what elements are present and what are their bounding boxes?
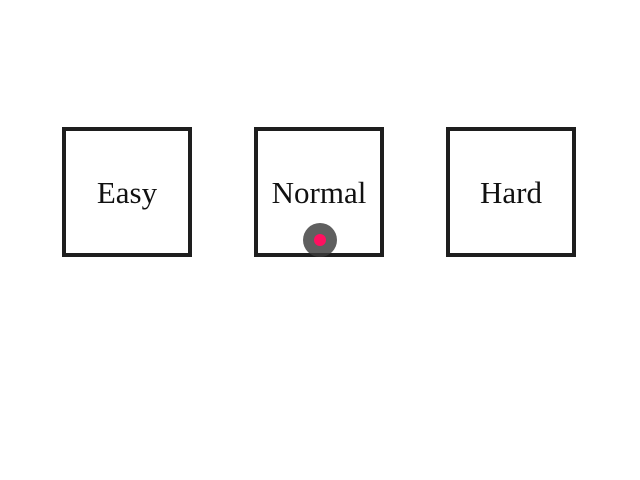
normal-label: Normal (271, 174, 367, 210)
easy-button[interactable]: Easy (62, 127, 192, 257)
easy-label: Easy (96, 174, 158, 210)
hard-button[interactable]: Hard (446, 127, 576, 257)
normal-button[interactable]: Normal (254, 127, 384, 257)
game-screen: Easy Normal Hard (0, 0, 640, 480)
hard-label: Hard (480, 174, 542, 210)
